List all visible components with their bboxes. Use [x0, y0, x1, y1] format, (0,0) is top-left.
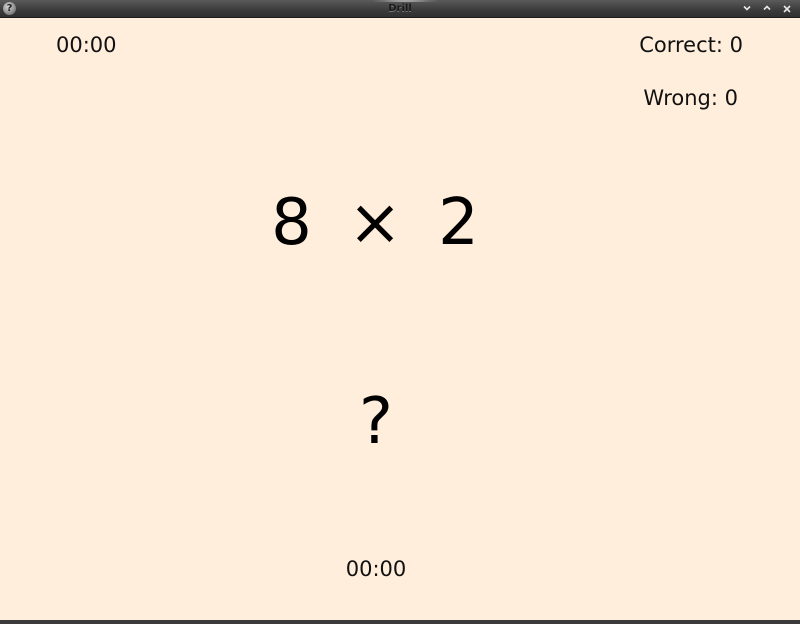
- correct-count: Correct: 0: [639, 33, 743, 57]
- answer-display[interactable]: ?: [0, 385, 752, 459]
- elapsed-timer: 00:00: [56, 33, 117, 57]
- maximize-button[interactable]: [759, 1, 775, 17]
- chevron-up-icon: [763, 5, 771, 11]
- multiplication-question: 8 × 2: [271, 186, 481, 260]
- minimize-button[interactable]: [739, 1, 755, 17]
- window-title: Drill: [388, 3, 412, 14]
- title-bar[interactable]: ? Drill: [0, 0, 800, 18]
- window-bottom-border: [0, 620, 800, 624]
- question-timer: 00:00: [345, 557, 407, 581]
- close-icon: [783, 5, 791, 13]
- drill-window: ? Drill 00:00 Correct: 0 Wrong: 0 8 × 2 …: [0, 0, 800, 624]
- chevron-down-icon: [743, 5, 751, 11]
- wrong-count: Wrong: 0: [643, 86, 738, 110]
- close-button[interactable]: [779, 1, 795, 17]
